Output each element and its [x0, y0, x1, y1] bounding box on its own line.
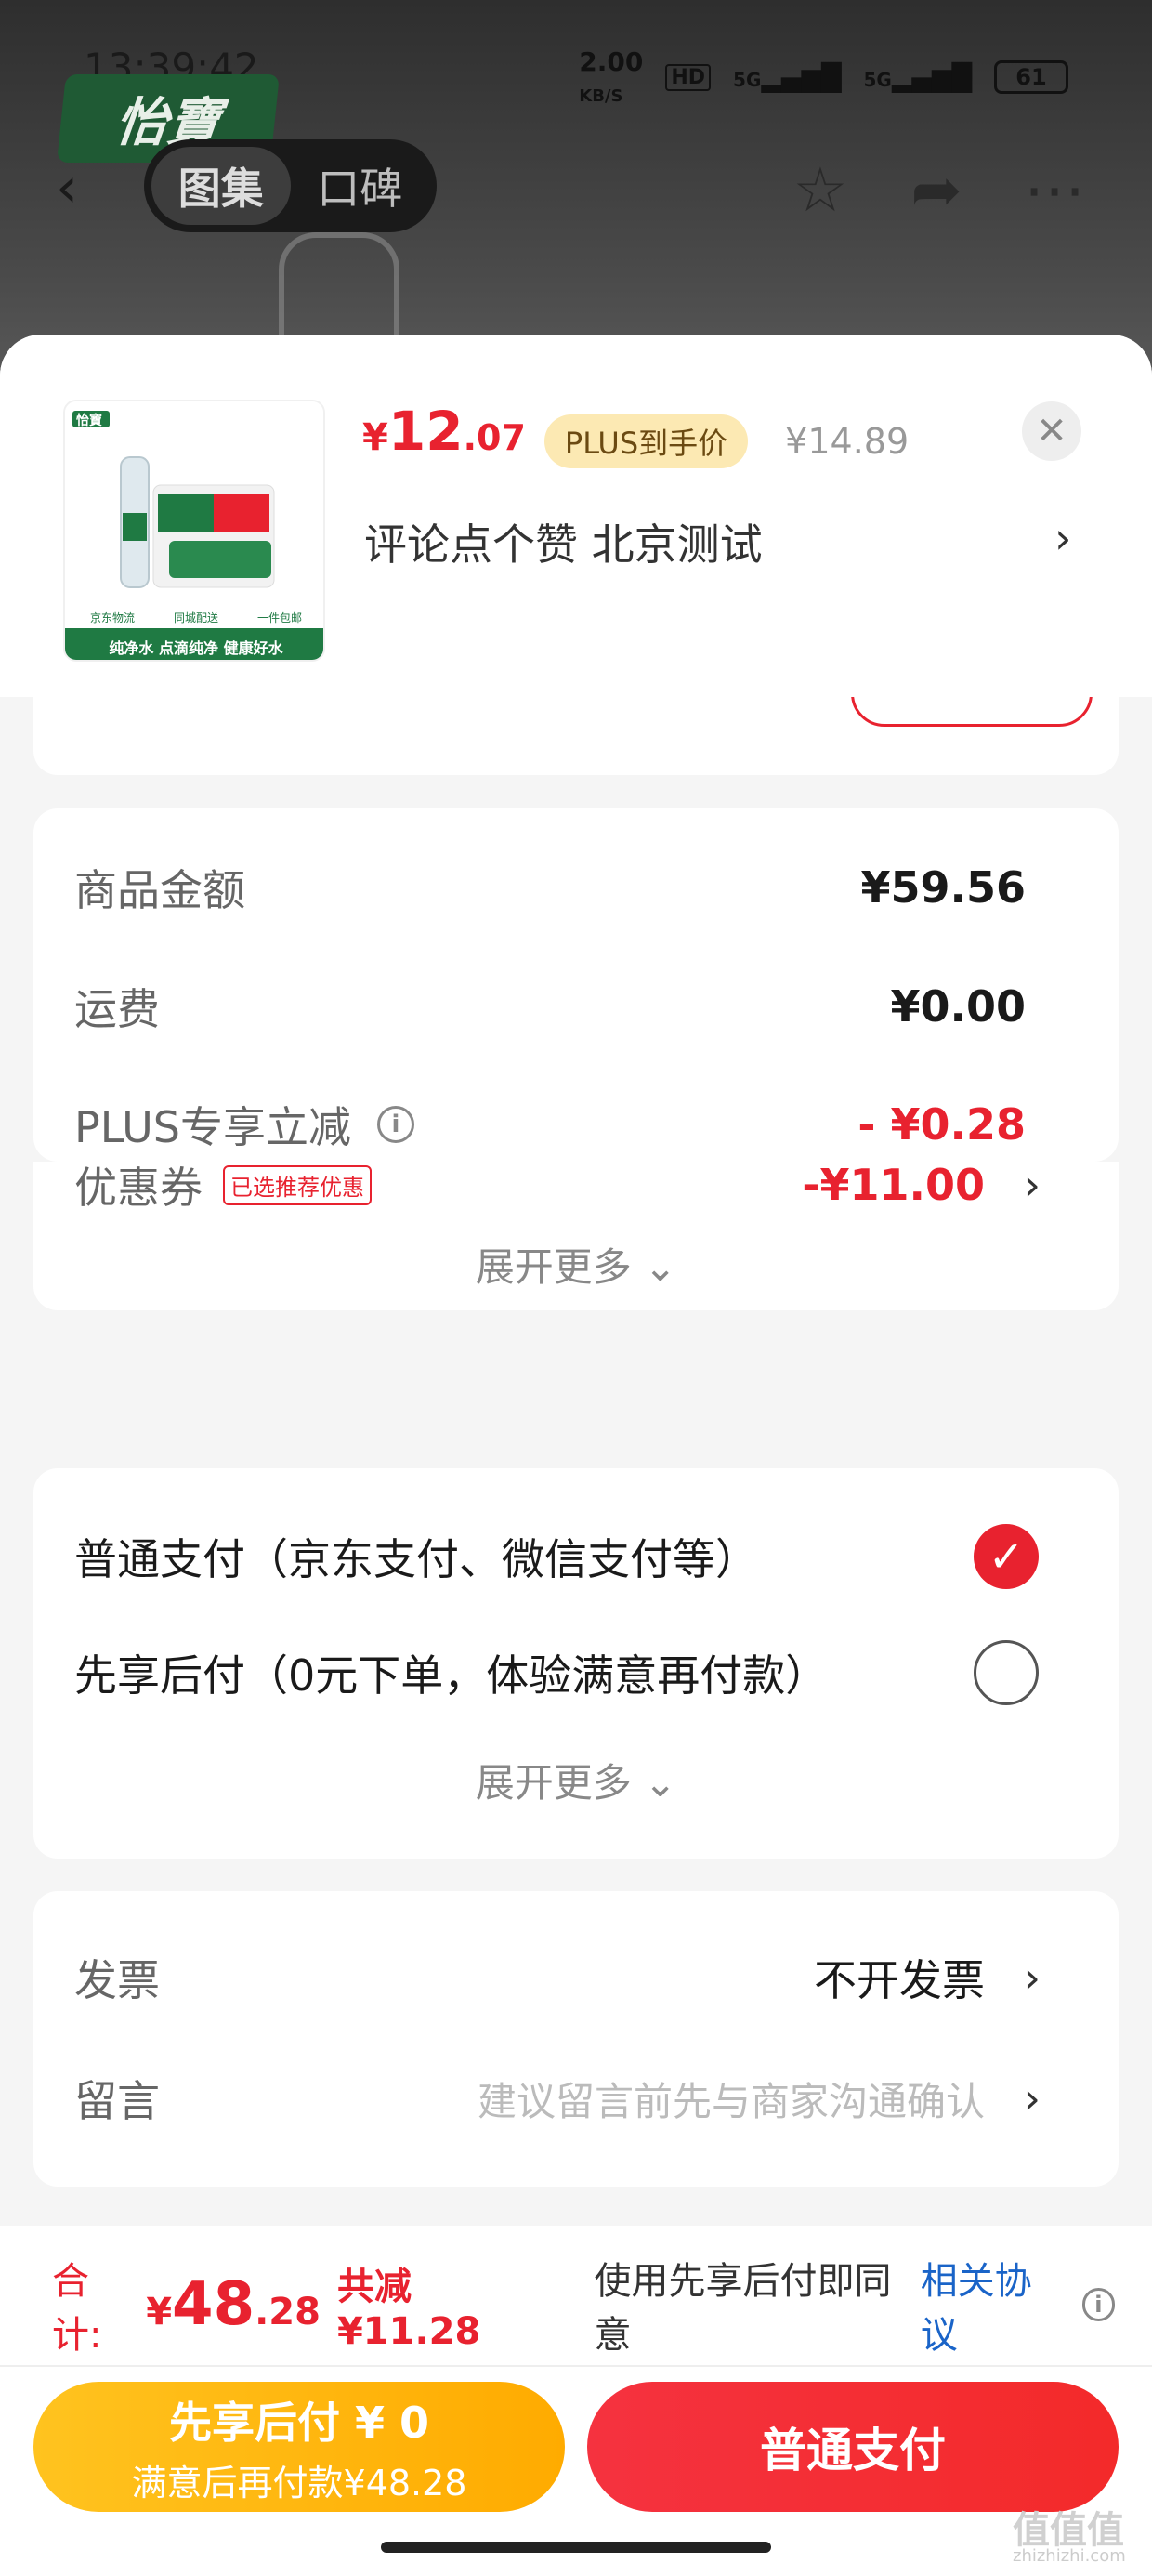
bottom-checkout-bar: 合计: ¥48.28 共减¥11.28 使用先享后付即同意 相关协议 i 先享后… — [0, 2226, 1152, 2576]
price-row: ¥12.07 PLUS到手价 ¥14.89 — [362, 400, 909, 483]
share-icon[interactable]: ➦ — [899, 153, 974, 228]
cost-summary-card-cont: 优惠券 已选推荐优惠 -¥11.00 › 展开更多 ⌄ — [33, 1160, 1119, 1310]
goods-amount-label: 商品金额 — [74, 865, 245, 915]
product-thumbnail: 怡寶 京东物流 同城配送 一件包邮 纯净水 点滴纯净 健康好水 — [63, 400, 325, 662]
pay-later-button-sublabel: 满意后再付款¥48.28 — [131, 2462, 467, 2504]
chevron-right-icon[interactable]: › — [1024, 1160, 1041, 1210]
info-icon[interactable]: i — [376, 1106, 414, 1143]
product-header: 怡寶 京东物流 同城配送 一件包邮 纯净水 点滴纯净 健康好水 ¥12.07 PLU… — [0, 335, 1152, 697]
row-goods-amount: 商品金额 ¥59.56 — [74, 855, 1078, 920]
product-spec[interactable]: 评论点个赞 北京测试 — [364, 511, 763, 572]
battery-icon: 61 — [994, 60, 1068, 94]
scrolled-card-edge — [33, 697, 1119, 775]
row-invoice[interactable]: 发票 不开发票 › — [74, 1945, 1078, 2010]
chevron-right-icon[interactable]: › — [1024, 2073, 1041, 2123]
pay-later-button[interactable]: 先享后付 ¥ 0 满意后再付款¥48.28 — [33, 2382, 565, 2512]
pay-option-normal-label: 普通支付（京东支付、微信支付等） — [74, 1534, 758, 1584]
hd-icon: HD — [665, 63, 712, 91]
signal-icon-2: 5G▂▄▆█ — [863, 61, 972, 93]
plus-price: ¥12.07 — [362, 400, 526, 463]
coupon-tag: 已选推荐优惠 — [223, 1164, 372, 1205]
thumb-slogan: 纯净水 点滴纯净 健康好水 — [109, 639, 283, 657]
back-icon[interactable]: ‹ — [56, 160, 111, 216]
plus-discount-label: PLUS专享立减 i — [74, 1094, 414, 1155]
more-icon[interactable]: ⋯ — [1017, 153, 1092, 228]
agreement-link[interactable]: 相关协议 — [921, 2251, 1066, 2359]
plus-discount-value: - ¥0.28 — [857, 1099, 1026, 1150]
goods-amount-value: ¥59.56 — [860, 862, 1026, 913]
home-indicator[interactable] — [381, 2542, 771, 2553]
total-label: 合计: — [52, 2260, 102, 2357]
peek-button — [851, 697, 1093, 727]
invoice-message-card: 发票 不开发票 › 留言 建议留言前先与商家沟通确认 › — [33, 1891, 1119, 2187]
shipping-label: 运费 — [74, 984, 160, 1034]
top-nav: ‹ 图集 口碑 ☆ ➦ ⋯ — [0, 139, 1152, 232]
watermark-url: zhizhizhi.com — [1013, 2546, 1126, 2566]
star-icon[interactable]: ☆ — [783, 153, 857, 228]
row-plus-discount: PLUS专享立减 i - ¥0.28 — [74, 1092, 1078, 1157]
normal-pay-button[interactable]: 普通支付 — [587, 2382, 1119, 2512]
row-coupon[interactable]: 优惠券 已选推荐优惠 -¥11.00 › — [74, 1152, 1078, 1217]
pay-option-normal[interactable]: 普通支付（京东支付、微信支付等） ✓ — [74, 1519, 1078, 1594]
invoice-label: 发票 — [74, 1955, 160, 2005]
payment-method-card: 普通支付（京东支付、微信支付等） ✓ 先享后付（0元下单，体验满意再付款） 展开… — [33, 1468, 1119, 1859]
thumb-brand: 怡寶 — [76, 414, 102, 428]
close-icon[interactable]: ✕ — [1022, 401, 1081, 461]
invoice-value: 不开发票 — [814, 1955, 985, 2005]
total-price: ¥48.28 — [146, 2270, 321, 2339]
coupon-value: -¥11.00 — [802, 1160, 985, 1210]
info-icon[interactable]: i — [1081, 2288, 1116, 2321]
divider — [0, 2365, 1152, 2367]
total-discount: 共减¥11.28 — [336, 2266, 481, 2353]
checkmark-icon[interactable]: ✓ — [974, 1524, 1039, 1589]
agreement-text: 使用先享后付即同意 — [594, 2260, 892, 2357]
signal-icon: 5G▂▄▆█ — [733, 61, 842, 93]
shipping-value: ¥0.00 — [890, 981, 1026, 1032]
cost-summary-card: 商品金额 ¥59.56 运费 ¥0.00 PLUS专享立减 i - ¥0.28 — [33, 808, 1119, 1162]
chevron-right-icon[interactable]: › — [1024, 1952, 1041, 2003]
row-message[interactable]: 留言 建议留言前先与商家沟通确认 › — [74, 2066, 1078, 2131]
expand-more-cost[interactable]: 展开更多 ⌄ — [33, 1236, 1119, 1293]
coupon-label: 优惠券 已选推荐优惠 — [74, 1154, 372, 1216]
pay-option-later[interactable]: 先享后付（0元下单，体验满意再付款） — [74, 1636, 1078, 1710]
gallery-tabs: 图集 口碑 — [144, 139, 437, 232]
background-product-page: 13:39:42 2.00 KB/S HD 5G▂▄▆█ 5G▂▄▆█ 61 怡寶… — [0, 0, 1152, 400]
row-shipping: 运费 ¥0.00 — [74, 974, 1078, 1039]
status-indicators: 2.00 KB/S HD 5G▂▄▆█ 5G▂▄▆█ 61 — [579, 46, 1068, 108]
pay-option-later-label: 先享后付（0元下单，体验满意再付款） — [74, 1650, 829, 1701]
tab-gallery[interactable]: 图集 — [151, 147, 291, 225]
pay-later-button-label: 先享后付 ¥ 0 — [168, 2397, 430, 2448]
chevron-right-icon[interactable]: › — [1054, 513, 1071, 563]
original-price: ¥14.89 — [785, 421, 910, 462]
plus-price-badge: PLUS到手价 — [543, 414, 749, 468]
order-total-row: 合计: ¥48.28 共减¥11.28 使用先享后付即同意 相关协议 i — [52, 2260, 1116, 2357]
thumb-tags: 京东物流 同城配送 一件包邮 — [89, 611, 302, 624]
expand-more-payment[interactable]: 展开更多 ⌄ — [33, 1752, 1119, 1808]
net-speed: 2.00 KB/S — [579, 46, 644, 106]
message-label: 留言 — [74, 2076, 160, 2126]
message-input[interactable]: 建议留言前先与商家沟通确认 — [478, 2070, 985, 2127]
tab-reviews[interactable]: 口碑 — [291, 147, 430, 225]
radio-unchecked-icon[interactable] — [974, 1640, 1039, 1705]
